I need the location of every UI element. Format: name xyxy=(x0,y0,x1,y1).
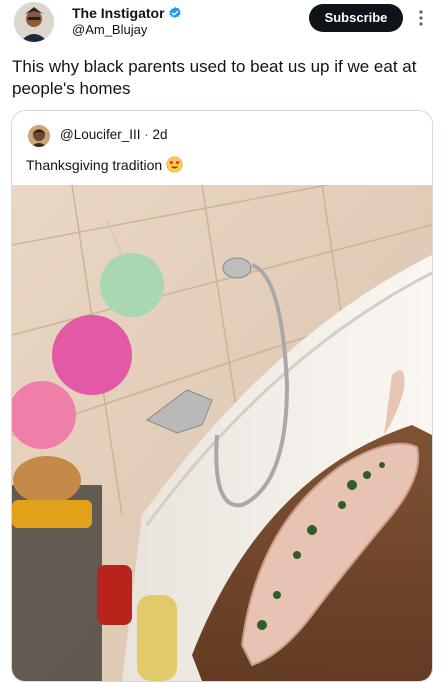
author-name-row: The Instigator xyxy=(72,4,182,22)
quote-author-avatar[interactable] xyxy=(28,125,50,147)
quote-tweet-card[interactable]: @Loucifer_III · 2d Thanksgiving traditio… xyxy=(11,110,433,682)
tweet-text: This why black parents used to beat us u… xyxy=(12,57,417,98)
bottle-red xyxy=(97,565,132,625)
quote-avatar-image xyxy=(28,125,50,147)
smiling-face-heart-eyes-emoji-icon xyxy=(166,156,183,173)
quote-handle[interactable]: @Loucifer_III xyxy=(60,127,141,142)
author-avatar[interactable] xyxy=(14,2,54,42)
more-vertical-icon[interactable] xyxy=(416,9,426,27)
quote-text: Thanksgiving tradition xyxy=(26,156,163,173)
quote-text-row: Thanksgiving tradition xyxy=(26,156,183,173)
bottle-gold xyxy=(137,595,177,681)
pink-loofah xyxy=(52,315,132,395)
author-info[interactable]: The Instigator @Am_Blujay xyxy=(72,4,182,38)
verified-badge-icon xyxy=(168,6,181,18)
avatar-image xyxy=(14,2,54,42)
quote-meta: @Loucifer_III · 2d xyxy=(60,127,168,142)
bottle-yellow xyxy=(12,500,92,528)
author-handle[interactable]: @Am_Blujay xyxy=(72,22,182,38)
author-display-name[interactable]: The Instigator xyxy=(72,4,165,22)
quote-time[interactable]: 2d xyxy=(153,127,168,142)
loaf xyxy=(13,456,81,504)
quote-photo[interactable] xyxy=(12,185,432,681)
shower-head xyxy=(222,257,252,279)
quote-separator: · xyxy=(144,127,149,142)
subscribe-button[interactable]: Subscribe xyxy=(309,4,403,32)
tweet-card: The Instigator @Am_Blujay Subscribe This… xyxy=(0,0,444,682)
green-loofah xyxy=(100,253,164,317)
